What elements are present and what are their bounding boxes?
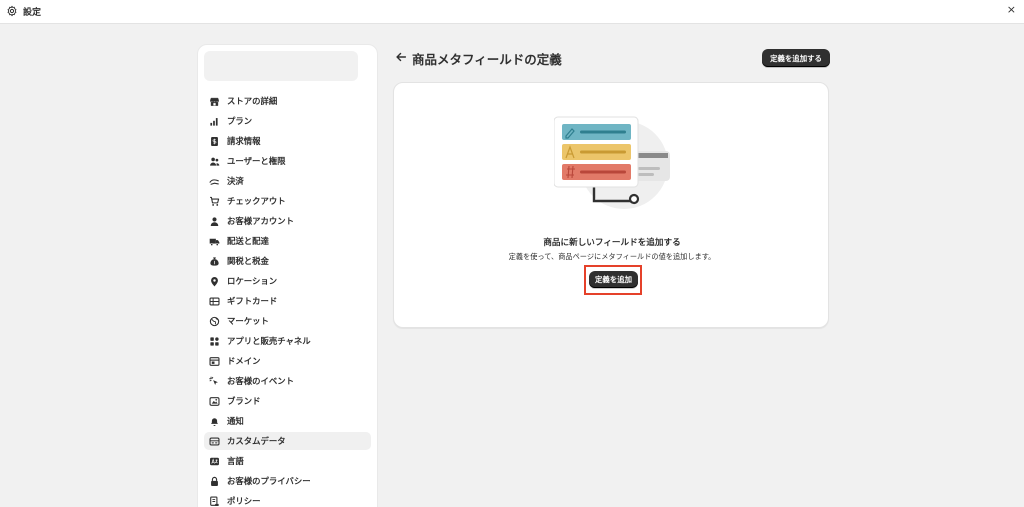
- sidebar-item[interactable]: 通知: [204, 412, 371, 430]
- sidebar-item[interactable]: チェックアウト: [204, 192, 371, 210]
- sidebar-item[interactable]: カスタムデータ: [204, 432, 371, 450]
- person-icon: [208, 215, 220, 227]
- close-icon[interactable]: ×: [1007, 4, 1016, 16]
- sidebar-item[interactable]: 言語: [204, 452, 371, 470]
- page-title: 商品メタフィールドの定義: [412, 52, 562, 67]
- sidebar-item-label: ユーザーと権限: [227, 156, 286, 166]
- sidebar-item[interactable]: ポリシー: [204, 492, 371, 507]
- back-arrow-icon[interactable]: [394, 50, 408, 64]
- policy-icon: [208, 495, 220, 507]
- sidebar-item[interactable]: 配送と配達: [204, 232, 371, 250]
- sidebar-item[interactable]: アプリと販売チャネル: [204, 332, 371, 350]
- sidebar-item-label: プラン: [227, 116, 253, 126]
- sidebar-item[interactable]: ストアの詳細: [204, 92, 371, 110]
- sidebar-item-label: 請求情報: [227, 136, 261, 146]
- page-header: 商品メタフィールドの定義 定義を追加する: [394, 48, 830, 68]
- users-icon: [208, 155, 220, 167]
- bell-icon: [208, 415, 220, 427]
- sidebar-item[interactable]: お客様のプライバシー: [204, 472, 371, 490]
- sidebar-item[interactable]: ブランド: [204, 392, 371, 410]
- money-bag-icon: [208, 255, 220, 267]
- cursor-click-icon: [208, 375, 220, 387]
- sidebar-item-label: お客様のプライバシー: [227, 476, 311, 486]
- sidebar-item-label: チェックアウト: [227, 196, 286, 206]
- custom-data-icon: [208, 435, 220, 447]
- lock-icon: [208, 475, 220, 487]
- sidebar-item[interactable]: ロケーション: [204, 272, 371, 290]
- sidebar-item-label: ドメイン: [227, 356, 261, 366]
- sidebar-item[interactable]: 請求情報: [204, 132, 371, 150]
- apps-icon: [208, 335, 220, 347]
- store-icon: [208, 95, 220, 107]
- language-icon: [208, 455, 220, 467]
- empty-state-card: 商品に新しいフィールドを追加する 定義を使って、商品ページにメタフィールドの値を…: [393, 82, 829, 328]
- sidebar-item-label: 言語: [227, 456, 244, 466]
- add-definition-empty-button[interactable]: 定義を追加: [589, 271, 638, 288]
- add-definition-button[interactable]: 定義を追加する: [762, 49, 830, 67]
- sidebar-item-label: 通知: [227, 416, 244, 426]
- sidebar-item-label: ロケーション: [227, 276, 278, 286]
- empty-state-heading: 商品に新しいフィールドを追加する: [543, 238, 681, 248]
- metafield-illustration: [554, 116, 670, 209]
- sidebar-item-label: ストアの詳細: [227, 96, 278, 106]
- window-title: 設定: [23, 8, 42, 18]
- sidebar-item[interactable]: お客様アカウント: [204, 212, 371, 230]
- sidebar-item-label: ギフトカード: [227, 296, 278, 306]
- sidebar-item-label: マーケット: [227, 316, 269, 326]
- brand-icon: [208, 395, 220, 407]
- sidebar-item-label: お客様アカウント: [227, 216, 294, 226]
- payments-icon: [208, 175, 220, 187]
- sidebar-item-label: アプリと販売チャネル: [227, 336, 311, 346]
- sidebar-item[interactable]: ギフトカード: [204, 292, 371, 310]
- sidebar-item-label: ブランド: [227, 396, 261, 406]
- settings-sidebar: ストアの詳細 プラン請求情報ユーザーと権限 決済チェックアウト お客様アカウント 配送と…: [197, 44, 378, 507]
- plan-icon: [208, 115, 220, 127]
- cart-icon: [208, 195, 220, 207]
- gear-icon: [7, 5, 17, 17]
- globe-icon: [208, 315, 220, 327]
- sidebar-item[interactable]: お客様のイベント: [204, 372, 371, 390]
- location-pin-icon: [208, 275, 220, 287]
- sidebar-item-label: 決済: [227, 176, 244, 186]
- sidebar-item-label: 関税と税金: [227, 256, 269, 266]
- empty-state-description: 定義を使って、商品ページにメタフィールドの値を追加します。: [508, 252, 716, 261]
- sidebar-item-label: お客様のイベント: [227, 376, 294, 386]
- sidebar-item-label: 配送と配達: [227, 236, 269, 246]
- sidebar-item-label: ポリシー: [227, 496, 261, 506]
- billing-icon: [208, 135, 220, 147]
- domain-icon: [208, 355, 220, 367]
- sidebar-item[interactable]: ユーザーと権限: [204, 152, 371, 170]
- sidebar-item[interactable]: ドメイン: [204, 352, 371, 370]
- gift-card-icon: [208, 295, 220, 307]
- sidebar-item[interactable]: マーケット: [204, 312, 371, 330]
- settings-title-bar: 設定 ×: [0, 0, 1024, 24]
- highlight-box: 定義を追加: [584, 265, 642, 295]
- sidebar-item-label: カスタムデータ: [227, 436, 286, 446]
- sidebar-item[interactable]: プラン: [204, 112, 371, 130]
- sidebar-item[interactable]: 決済: [204, 172, 371, 190]
- store-selector-placeholder[interactable]: [204, 51, 358, 81]
- sidebar-item[interactable]: 関税と税金: [204, 252, 371, 270]
- truck-icon: [208, 235, 220, 247]
